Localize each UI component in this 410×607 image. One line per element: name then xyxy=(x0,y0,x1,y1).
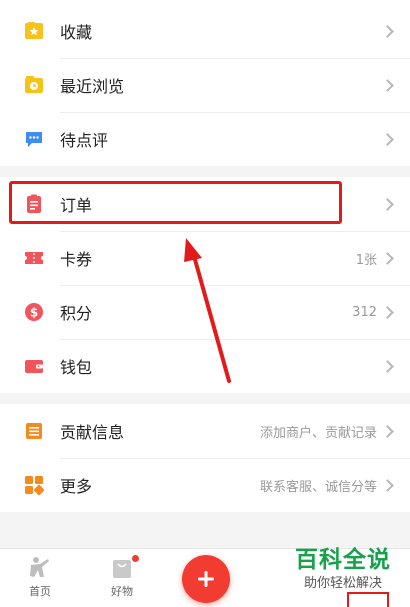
shopping-bag-icon xyxy=(109,555,139,579)
watermark-title: 百科全说 xyxy=(295,547,391,573)
tab-goods[interactable]: 好物 xyxy=(92,555,152,599)
tab-home[interactable]: 首页 xyxy=(10,555,70,599)
annotation-arrow xyxy=(184,238,231,383)
me-tab-highlight-box xyxy=(347,592,389,607)
add-button[interactable] xyxy=(182,555,230,603)
tab-home-label: 首页 xyxy=(29,585,51,598)
plus-icon xyxy=(198,571,214,587)
watermark-subtitle: 助你轻松解决 xyxy=(303,576,382,591)
notification-dot xyxy=(132,555,139,562)
home-figure-icon xyxy=(27,555,53,579)
tab-goods-label: 好物 xyxy=(111,585,133,598)
